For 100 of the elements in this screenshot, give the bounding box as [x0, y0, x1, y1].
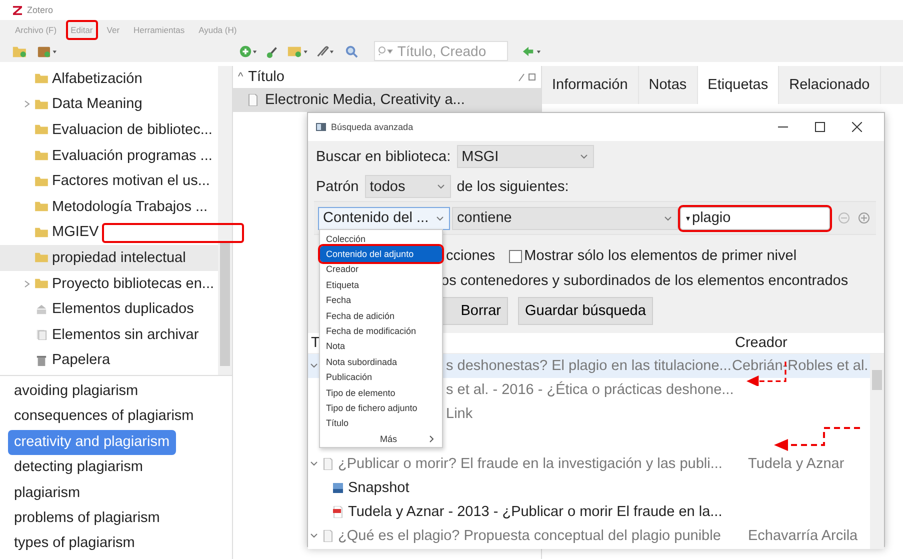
pattern-suffix: de los siguientes: — [456, 178, 569, 194]
collection-item[interactable]: Metodología Trabajos ... — [0, 194, 212, 220]
scrollbar[interactable] — [870, 354, 884, 549]
result-creator: Echavarría Arcila — [747, 528, 858, 544]
menu-option[interactable]: Tipo de elemento — [320, 384, 442, 400]
dialog-button[interactable]: Borrar — [441, 297, 508, 325]
result-title[interactable]: Link — [446, 406, 740, 422]
result-title[interactable]: ¿Qué es el plagio? Propuesta conceptual del plagio punible — [338, 528, 746, 544]
chevron-down-icon — [580, 154, 588, 159]
result-title[interactable]: s deshonestas? El plagio en las titulacione... — [446, 358, 730, 374]
maximize-icon[interactable] — [815, 122, 825, 132]
folder-icon — [35, 73, 48, 84]
add-icon[interactable] — [858, 212, 870, 224]
document-icon — [35, 329, 48, 340]
document-icon — [248, 94, 258, 106]
menu-option[interactable]: Creador — [320, 262, 442, 278]
value-field[interactable]: ▾plagio — [680, 206, 830, 230]
chevron-right-icon[interactable] — [24, 100, 30, 108]
collection-label: Factores motivan el us... — [52, 173, 210, 190]
menu-option[interactable]: Más — [320, 431, 442, 446]
menu-option[interactable]: Título — [320, 416, 442, 432]
paperclip-icon[interactable] — [314, 44, 336, 58]
document-icon — [322, 458, 334, 470]
library-label: Buscar en biblioteca: — [316, 148, 451, 164]
result-title[interactable]: s et al. - 2016 - ¿Ética o prácticas deshone... — [446, 382, 740, 398]
collection-item[interactable]: Evaluacion de bibliotec... — [0, 117, 216, 143]
tab[interactable]: Relacionado — [779, 66, 881, 104]
tag-item[interactable]: plagiarism — [8, 480, 86, 506]
menu-option[interactable]: Contenido del adjunto — [320, 246, 442, 262]
tag-item[interactable]: problems of plagiarism — [8, 506, 166, 532]
window-title: Zotero — [27, 5, 54, 15]
operator-select[interactable]: contiene — [452, 206, 678, 230]
column-header[interactable]: Creador — [735, 335, 884, 351]
collection-item[interactable]: Papelera — [0, 348, 114, 374]
sync-arrow-icon[interactable] — [522, 44, 543, 58]
menu-option[interactable]: Fecha de adición — [320, 308, 442, 324]
field-select[interactable]: Contenido del ... — [318, 206, 450, 230]
tag-item[interactable]: consequences of plagiarism — [8, 404, 200, 430]
search-icon[interactable] — [378, 46, 394, 56]
collection-item[interactable]: Elementos duplicados — [0, 296, 198, 322]
snapshot-icon — [332, 482, 344, 494]
menu-option[interactable]: Nota — [320, 338, 442, 354]
column-header[interactable]: Título — [248, 69, 517, 85]
collection-item[interactable]: MGIEV — [0, 220, 103, 246]
window-icon — [316, 122, 326, 132]
menu-option[interactable]: Fecha — [320, 292, 442, 308]
pattern-select[interactable]: todos — [364, 175, 451, 198]
result-title[interactable]: Snapshot — [348, 480, 756, 496]
close-icon[interactable] — [852, 122, 862, 132]
tag-item[interactable]: avoiding plagiarism — [8, 379, 144, 404]
collection-label: Proyecto bibliotecas en... — [52, 276, 214, 292]
chevron-down-icon[interactable] — [310, 461, 318, 467]
tab[interactable]: Información — [542, 66, 639, 104]
new-collection-icon[interactable] — [12, 44, 27, 58]
item-row[interactable]: Electronic Media, Creativity a... — [233, 88, 541, 112]
attachment-column-icon[interactable] — [517, 72, 537, 82]
menu-option[interactable]: Fecha de modificación — [320, 323, 442, 339]
dialog-button[interactable]: Guardar búsqueda — [518, 297, 653, 325]
folder-icon — [35, 278, 48, 290]
result-title[interactable]: Tudela y Aznar - 2013 - ¿Publicar o morir El fraude en la... — [348, 504, 756, 520]
collection-item[interactable]: Evaluación programas ... — [0, 142, 216, 168]
menu-option[interactable]: Colección — [320, 231, 442, 246]
tag-item[interactable]: creativity and plagiarism — [8, 430, 176, 456]
chevron-right-icon[interactable] — [24, 280, 30, 288]
collection-item[interactable]: Data Meaning — [0, 92, 146, 118]
menu-option[interactable]: Nota subordinada — [320, 354, 442, 370]
remove-icon[interactable] — [838, 212, 850, 224]
collection-item[interactable]: Alfabetización — [0, 66, 146, 92]
collection-item[interactable]: propiedad intelectual — [0, 245, 218, 271]
scrollbar[interactable] — [218, 66, 232, 375]
menu-option[interactable]: Etiqueta — [320, 277, 442, 293]
collection-item[interactable]: Elementos sin archivar — [0, 322, 203, 348]
wand-icon[interactable] — [266, 44, 279, 58]
collection-item[interactable]: Proyecto bibliotecas en... — [0, 270, 218, 296]
menu-option[interactable]: Tipo de fichero adjunto — [320, 400, 442, 416]
collection-label: Alfabetización — [52, 70, 142, 87]
collection-label: MGIEV — [52, 224, 99, 240]
search-field[interactable]: Título, Creado — [374, 41, 508, 61]
new-note-icon[interactable] — [286, 44, 309, 58]
collection-label: Metodología Trabajos ... — [52, 198, 208, 215]
result-title[interactable]: ¿Publicar o morir? El fraude en la investigación y las publi... — [338, 456, 746, 472]
library-select[interactable]: MSGI — [456, 145, 594, 168]
folder-icon — [35, 150, 48, 162]
app-logo-icon — [13, 6, 22, 14]
folder-icon — [35, 252, 48, 264]
new-library-icon[interactable] — [36, 44, 58, 58]
checkbox[interactable] — [509, 250, 522, 262]
column-header[interactable]: T — [308, 335, 320, 351]
result-creator: Tudela y Aznar — [747, 456, 844, 472]
chevron-down-icon[interactable] — [310, 533, 318, 539]
chevron-down-icon[interactable] — [310, 363, 318, 369]
tag-item[interactable]: types of plagiarism — [8, 531, 141, 557]
pdf-icon — [332, 506, 344, 518]
sort-caret[interactable]: ^ — [238, 71, 244, 83]
tab[interactable]: Etiquetas — [698, 66, 780, 104]
menu-option[interactable]: Publicación — [320, 370, 442, 385]
collection-label: Data Meaning — [52, 96, 142, 112]
tag-item[interactable]: detecting plagiarism — [8, 455, 149, 481]
collection-item[interactable]: Factores motivan el us... — [0, 168, 214, 194]
search-icon[interactable] — [345, 44, 358, 58]
